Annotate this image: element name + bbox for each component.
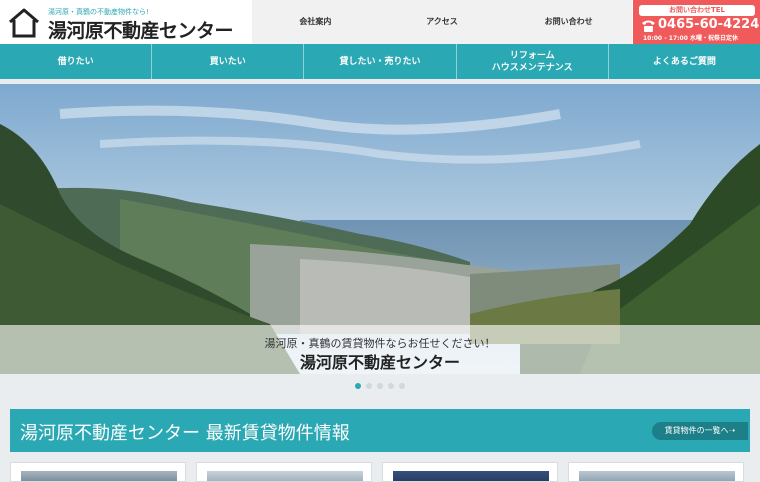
listing-photo	[207, 471, 363, 481]
slider-dot[interactable]	[399, 383, 405, 389]
top-nav: 会社案内 アクセス お問い合わせ	[252, 0, 632, 44]
slider-dot[interactable]	[366, 383, 372, 389]
logo-name: 湯河原不動産センター	[48, 20, 234, 42]
main-nav: 借りたい 買いたい 貸したい・売りたい リフォーム ハウスメンテナンス よくある…	[0, 44, 760, 79]
site-header: 湯河原・真鶴の不動産物件なら! 湯河原不動産センター 会社案内 アクセス お問い…	[0, 0, 760, 44]
tel-box[interactable]: お問い合わせTEL 0465-60-4224 10:00 - 17:00 水曜・…	[633, 0, 760, 44]
nav-lease-sell[interactable]: 貸したい・売りたい	[304, 44, 457, 79]
house-icon	[9, 8, 39, 38]
section-title: 湯河原不動産センター 最新賃貸物件情報	[20, 423, 350, 444]
topnav-access[interactable]: アクセス	[379, 0, 506, 44]
phone-icon	[642, 20, 655, 32]
listing-card[interactable]	[568, 462, 744, 482]
nav-faq[interactable]: よくあるご質問	[609, 44, 760, 79]
hero-caption: 湯河原・真鶴の賃貸物件ならお任せください！ 湯河原不動産センター	[0, 325, 760, 374]
tel-label: お問い合わせTEL	[639, 5, 755, 16]
listing-card[interactable]	[196, 462, 372, 482]
site-logo[interactable]: 湯河原・真鶴の不動産物件なら! 湯河原不動産センター	[8, 6, 248, 42]
nav-buy[interactable]: 買いたい	[152, 44, 305, 79]
topnav-contact[interactable]: お問い合わせ	[505, 0, 632, 44]
listing-photo	[21, 471, 177, 481]
slider-dot[interactable]	[377, 383, 383, 389]
listing-card[interactable]	[382, 462, 558, 482]
listing-photo	[579, 471, 735, 481]
topnav-company[interactable]: 会社案内	[252, 0, 379, 44]
listing-cards	[10, 462, 750, 482]
tel-hours: 10:00 - 17:00 水曜・祝祭日定休	[643, 35, 738, 42]
slider-dot[interactable]	[355, 383, 361, 389]
hero-slider[interactable]: 湯河原・真鶴の賃貸物件ならお任せください！ 湯河原不動産センター	[0, 84, 760, 374]
listing-card[interactable]	[10, 462, 186, 482]
slider-dots	[0, 379, 760, 393]
nav-rent[interactable]: 借りたい	[0, 44, 153, 79]
tel-number[interactable]: 0465-60-4224	[658, 17, 759, 32]
nav-reform[interactable]: リフォーム ハウスメンテナンス	[457, 44, 609, 79]
latest-listings-header: 湯河原不動産センター 最新賃貸物件情報 賃貸物件の一覧へ➝	[10, 409, 750, 452]
listings-link-button[interactable]: 賃貸物件の一覧へ➝	[652, 422, 748, 440]
hero-title: 湯河原不動産センター	[299, 353, 460, 372]
slider-dot[interactable]	[388, 383, 394, 389]
listing-photo	[393, 471, 549, 481]
